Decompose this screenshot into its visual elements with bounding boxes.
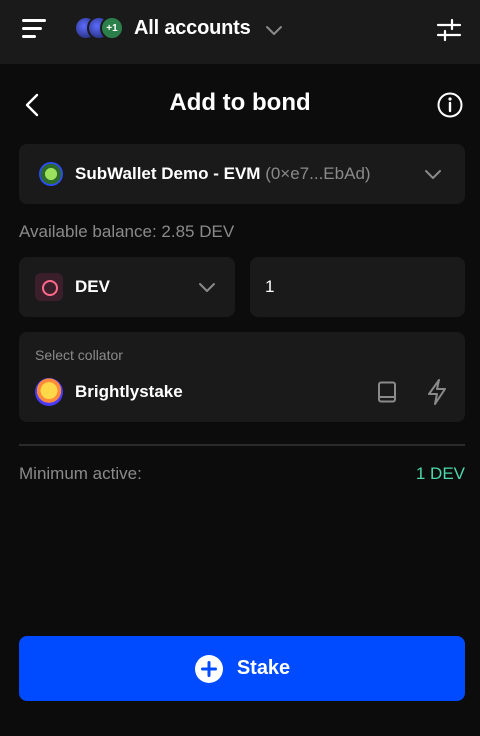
- chevron-down-icon: [425, 170, 441, 179]
- chevron-down-icon: [199, 283, 215, 292]
- collator-avatar: [35, 378, 63, 406]
- divider: [19, 444, 465, 446]
- account-avatar: [39, 162, 63, 186]
- collator-selector[interactable]: Select collator Brightlystake: [19, 332, 465, 422]
- top-bar: +1 All accounts: [0, 0, 480, 64]
- page-title: Add to bond: [169, 89, 311, 116]
- menu-icon[interactable]: [22, 19, 46, 39]
- collator-name: Brightlystake: [75, 382, 183, 401]
- collator-label: Select collator: [35, 347, 123, 363]
- plus-circle-icon: [194, 654, 223, 683]
- settings-sliders-icon[interactable]: [436, 18, 462, 42]
- account-address: (0×e7...EbAd): [265, 164, 371, 183]
- minimum-active-value: 1 DEV: [415, 464, 465, 483]
- account-avatars[interactable]: +1: [74, 16, 130, 44]
- token-symbol: DEV: [75, 277, 110, 296]
- account-selector[interactable]: SubWallet Demo - EVM (0×e7...EbAd): [19, 144, 465, 204]
- amount-input[interactable]: 1: [250, 257, 465, 317]
- amount-value: 1: [265, 277, 275, 296]
- lightning-icon[interactable]: [425, 378, 449, 406]
- account-name: SubWallet Demo - EVM: [75, 164, 261, 183]
- book-icon[interactable]: [375, 380, 399, 404]
- dev-token-icon: [35, 273, 63, 301]
- available-balance: Available balance: 2.85 DEV: [19, 222, 235, 241]
- all-accounts-label[interactable]: All accounts: [134, 17, 251, 40]
- stake-button[interactable]: Stake: [19, 636, 465, 701]
- account-name-row: SubWallet Demo - EVM (0×e7...EbAd): [75, 164, 371, 184]
- minimum-active-label: Minimum active:: [19, 464, 142, 483]
- token-selector[interactable]: DEV: [19, 257, 235, 317]
- more-accounts-badge: +1: [100, 16, 124, 40]
- chevron-down-icon[interactable]: [264, 20, 284, 40]
- stake-button-label: Stake: [236, 657, 291, 679]
- info-icon[interactable]: [436, 91, 464, 119]
